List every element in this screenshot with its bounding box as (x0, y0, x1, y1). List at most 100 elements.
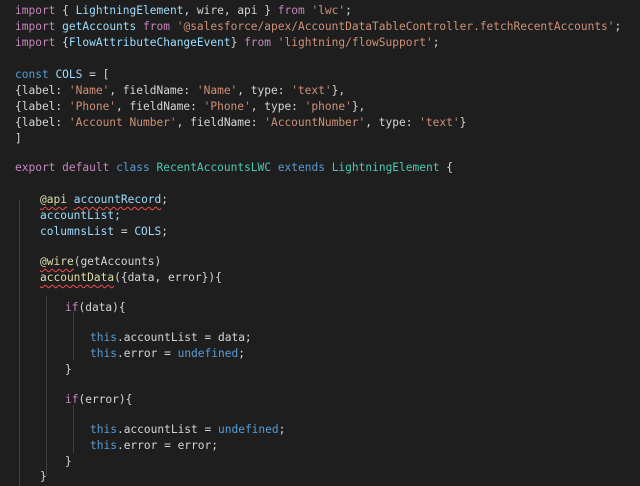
identifier: FlowAttributeChangeEvent (68, 36, 231, 49)
code-line: if(data){ (65, 300, 640, 315)
code-line: {label: 'Account Number', fieldName: 'Ac… (15, 115, 640, 130)
code-line: this.error = undefined; (90, 346, 640, 361)
keyword: import (15, 4, 56, 17)
code-line: accountList; (40, 208, 640, 223)
code-token: ; (614, 20, 622, 33)
code-line: @api accountRecord; (40, 192, 640, 207)
code-line: const COLS = [ (15, 67, 640, 82)
code-token: (getAccounts) (73, 255, 162, 268)
indent-guide (46, 296, 47, 476)
decorator-name: api (46, 193, 67, 206)
code-token: } (459, 116, 467, 129)
code-token: ; (238, 347, 245, 360)
identifier: getAccounts (62, 20, 137, 33)
string-literal: 'Name' (196, 84, 238, 97)
code-token: }, (351, 100, 366, 113)
code-line: this.accountList = data; (90, 330, 640, 345)
code-token: { (62, 4, 76, 17)
keyword: class (116, 161, 150, 174)
code-token: { (62, 36, 69, 49)
code-token: .accountList = (116, 423, 218, 436)
code-token: , fieldName: (116, 100, 204, 113)
code-line: accountData({data, error}){ (40, 270, 640, 285)
decorator-at: @ (40, 193, 47, 206)
code-line: import { LightningElement, wire, api } f… (15, 3, 640, 18)
code-token: }, (331, 84, 346, 97)
keyword: from (244, 36, 272, 49)
code-token: .error = (116, 347, 178, 360)
code-token: } (65, 455, 72, 468)
keyword: import (15, 20, 56, 33)
keyword: this (90, 331, 117, 344)
code-token: {label: (15, 100, 69, 113)
keyword: this (90, 347, 117, 360)
keyword: import (15, 36, 56, 49)
string-literal: 'Account Number' (68, 116, 177, 129)
code-token: ; (161, 225, 169, 238)
identifier: columnsList (40, 225, 115, 238)
code-token: , fieldName: (109, 84, 197, 97)
string-literal: 'phone' (304, 100, 352, 113)
decorator-at: @ (40, 255, 47, 268)
method-name: accountData (40, 271, 115, 284)
code-line: ] (15, 131, 640, 146)
keyword: export (15, 161, 56, 174)
code-line: } (40, 469, 640, 484)
keyword: if (65, 301, 79, 314)
identifier: accountList; (40, 209, 121, 222)
code-token: ; (161, 193, 169, 206)
indent-guide (19, 200, 20, 486)
code-line: } (65, 362, 640, 377)
decorator: @api (40, 193, 67, 206)
code-token: , wire, api } (183, 4, 278, 17)
code-token: } (40, 470, 47, 483)
code-line: this.accountList = undefined; (90, 422, 640, 437)
code-line: import getAccounts from '@salesforce/ape… (15, 19, 640, 34)
keyword: default (62, 161, 110, 174)
code-token: = [ (82, 68, 110, 81)
code-token: ; (345, 4, 352, 17)
code-token: } (230, 36, 245, 49)
code-line: import {FlowAttributeChangeEvent} from '… (15, 35, 640, 50)
code-line: export default class RecentAccountsLWC e… (15, 160, 640, 175)
code-line: {label: 'Name', fieldName: 'Name', type:… (15, 83, 640, 98)
code-token: {label: (15, 116, 69, 129)
code-token: } (65, 363, 72, 376)
keyword: extends (277, 161, 325, 174)
keyword: if (65, 393, 79, 406)
string-literal: 'Name' (68, 84, 110, 97)
identifier: COLS (55, 68, 83, 81)
code-token: , type: (250, 100, 305, 113)
keyword: from (277, 4, 305, 17)
string-literal: 'Phone' (203, 100, 251, 113)
string-literal: 'text' (291, 84, 332, 97)
code-token: (error){ (78, 393, 133, 406)
code-token: {label: (15, 84, 69, 97)
string-literal: 'text' (419, 116, 460, 129)
keyword: undefined (218, 423, 279, 436)
code-line: @wire(getAccounts) (40, 254, 640, 269)
decorator: @wire (40, 255, 74, 268)
code-token: { (439, 161, 453, 174)
code-token: ; (278, 423, 286, 436)
keyword: undefined (177, 347, 239, 360)
code-token: ; (432, 36, 440, 49)
code-line: } (65, 454, 640, 469)
code-token: ] (15, 132, 22, 145)
class-name: RecentAccountsLWC (156, 161, 272, 174)
keyword: this (90, 423, 117, 436)
string-literal: '@salesforce/apex/AccountDataTableContro… (176, 20, 615, 33)
identifier: COLS (134, 225, 162, 238)
code-line: columnsList = COLS; (40, 224, 640, 239)
code-token: , type: (365, 116, 420, 129)
code-editor[interactable]: import { LightningElement, wire, api } f… (0, 0, 640, 486)
indent-guide (73, 405, 74, 453)
keyword: this (90, 439, 117, 452)
code-token: .accountList = data; (116, 331, 252, 344)
code-token: ({data, error}){ (114, 271, 222, 284)
keyword: from (143, 20, 170, 33)
identifier: accountRecord (73, 193, 162, 206)
code-token: = (114, 225, 135, 238)
string-literal: 'AccountNumber' (264, 116, 366, 129)
code-token: , fieldName: (176, 116, 265, 129)
